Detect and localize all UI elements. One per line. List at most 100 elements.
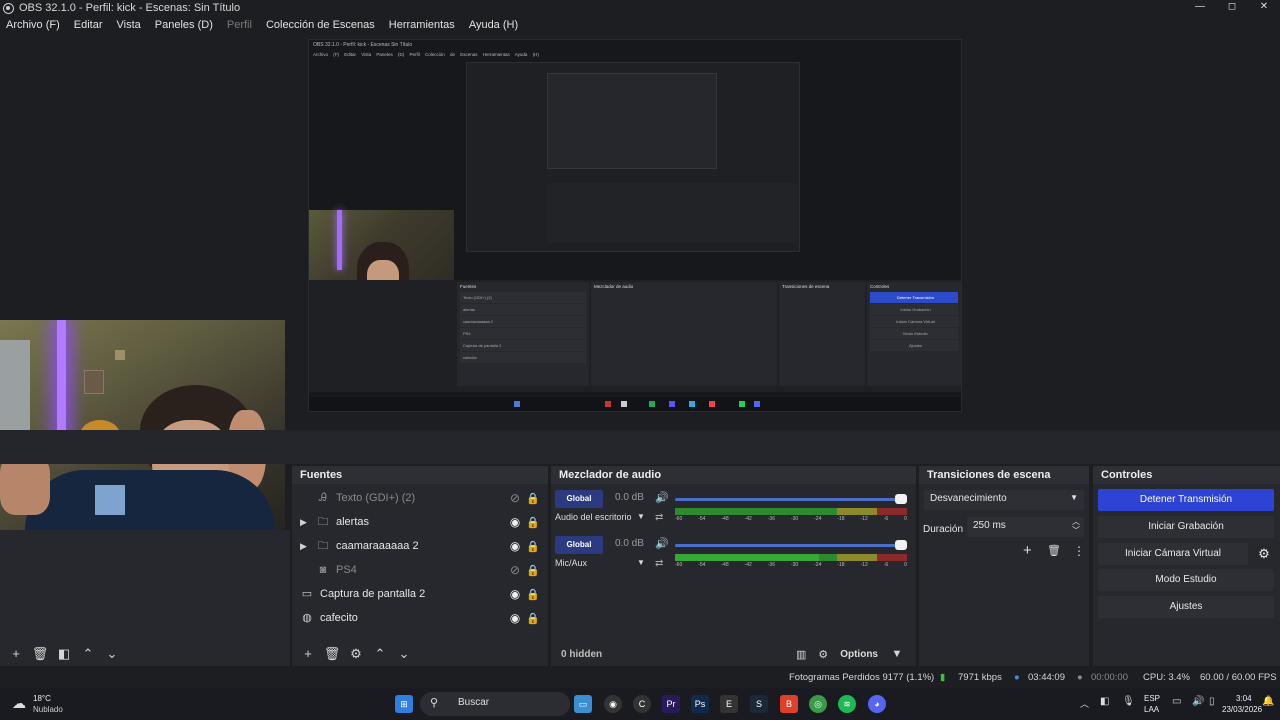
nested-capture-docks [547, 183, 797, 243]
advanced-audio-icon[interactable]: ⚙ [812, 648, 834, 661]
start-virtual-camera-button[interactable]: Iniciar Cámara Virtual [1098, 543, 1248, 565]
tray-app-icon[interactable]: ◧ [1100, 696, 1109, 707]
options-dropdown-icon[interactable]: ▼ [886, 648, 908, 660]
close-button[interactable]: ✕ [1248, 0, 1280, 16]
layout-icon[interactable]: ▥ [790, 648, 812, 661]
channel-dropdown-icon[interactable]: ▼ [637, 512, 645, 521]
lock-icon[interactable]: 🔒 [524, 612, 542, 625]
lock-icon[interactable]: 🔒 [524, 540, 542, 553]
menu-paneles[interactable]: Paneles (D) [155, 19, 213, 31]
file-explorer-icon[interactable]: ▭ [574, 695, 592, 713]
add-transition-icon[interactable]: + [1023, 542, 1032, 559]
app-icon[interactable]: C [633, 695, 651, 713]
weather-icon[interactable]: ☁ [12, 695, 26, 712]
tray-chevron-icon[interactable]: ︿ [1080, 697, 1089, 710]
source-row[interactable]: ▭ Captura de pantalla 2 ◉ 🔒 [292, 582, 548, 606]
spinner-icon[interactable]: ︿ ﹀ [1072, 517, 1080, 535]
transition-type: Desvanecimiento [930, 493, 1007, 504]
global-badge[interactable]: Global [555, 490, 603, 508]
battery-icon[interactable]: ▯ [1209, 696, 1215, 707]
source-row[interactable]: Ꭿ Texto (GDI+) (2) ⊘ 🔒 [292, 486, 548, 510]
start-recording-button[interactable]: Iniciar Grabación [1098, 516, 1274, 538]
source-row[interactable]: ◙ PS4 ⊘ 🔒 [292, 558, 548, 582]
add-source-icon[interactable]: + [298, 645, 318, 663]
expand-arrow-icon[interactable]: ▶ [300, 517, 316, 528]
language-code[interactable]: ESP [1144, 694, 1160, 703]
expand-arrow-icon[interactable]: ▶ [300, 541, 316, 552]
move-up-icon[interactable]: ⌃ [78, 645, 98, 663]
epic-games-icon[interactable]: E [720, 695, 738, 713]
notification-bell-icon[interactable]: 🔔 [1262, 696, 1274, 707]
menu-archivo[interactable]: Archivo (F) [6, 19, 60, 31]
move-down-icon[interactable]: ⌄ [102, 645, 122, 663]
menu-ayuda[interactable]: Ayuda (H) [469, 19, 518, 31]
network-icon[interactable]: ▭ [1172, 696, 1181, 707]
nested-source-row: cafecito [460, 352, 586, 363]
remove-source-icon[interactable]: 🗑 [322, 645, 342, 663]
options-button[interactable]: Options [840, 649, 878, 660]
discord-icon[interactable]: ◕ [868, 695, 886, 713]
volume-knob[interactable] [895, 540, 907, 550]
nested-control-button: Iniciar Grabación [870, 304, 958, 315]
clock-time[interactable]: 3:04 [1236, 694, 1252, 703]
source-row[interactable]: ▶ 🗀 alertas ◉ 🔒 [292, 510, 548, 534]
source-row[interactable]: ◍ cafecito ◉ 🔒 [292, 606, 548, 630]
studio-mode-button[interactable]: Modo Estudio [1098, 569, 1274, 591]
volume-knob[interactable] [895, 494, 907, 504]
hidden-eye-icon[interactable]: ⊘ [506, 563, 524, 577]
menu-vista[interactable]: Vista [117, 19, 141, 31]
premiere-icon[interactable]: Pr [662, 695, 680, 713]
move-down-icon[interactable]: ⌄ [394, 645, 414, 663]
volume-slider[interactable] [675, 494, 907, 504]
menu-coleccion-escenas[interactable]: Colección de Escenas [266, 19, 375, 31]
speaker-icon[interactable]: 🔊 [655, 491, 669, 504]
monitor-icon[interactable]: ⇄ [655, 512, 663, 523]
maximize-button[interactable]: ◻ [1216, 0, 1248, 16]
more-options-icon[interactable]: ⋮ [1073, 544, 1085, 558]
program-preview[interactable]: OBS 32.1.0 - Perfil: kick - Escenas Sin … [308, 39, 962, 412]
source-properties-icon[interactable]: ⚙ [346, 645, 366, 663]
menu-bar: Archivo (F) Editar Vista Paneles (D) Per… [0, 16, 1280, 34]
volume-slider[interactable] [675, 540, 907, 550]
lock-icon[interactable]: 🔒 [524, 588, 542, 601]
gear-icon[interactable]: ⚙ [1254, 543, 1274, 565]
eye-icon[interactable]: ◉ [506, 611, 524, 625]
transition-select[interactable]: Desvanecimiento ▼ [924, 490, 1084, 510]
hidden-eye-icon[interactable]: ⊘ [506, 491, 524, 505]
eye-icon[interactable]: ◉ [506, 587, 524, 601]
speaker-icon[interactable]: 🔊 [655, 537, 669, 550]
chrome-icon[interactable]: ◎ [809, 695, 827, 713]
photoshop-icon[interactable]: Ps [691, 695, 709, 713]
lock-icon[interactable]: 🔒 [524, 564, 542, 577]
menu-herramientas[interactable]: Herramientas [389, 19, 455, 31]
menu-perfil[interactable]: Perfil [227, 19, 252, 31]
remove-scene-icon[interactable]: 🗑 [30, 645, 50, 663]
taskbar-search[interactable]: ⚲ Buscar [420, 692, 570, 716]
obs-taskbar-icon[interactable]: ◉ [604, 695, 622, 713]
move-up-icon[interactable]: ⌃ [370, 645, 390, 663]
windows-start-icon[interactable]: ⊞ [395, 695, 413, 713]
settings-button[interactable]: Ajustes [1098, 596, 1274, 618]
lock-icon[interactable]: 🔒 [524, 492, 542, 505]
volume-icon[interactable]: 🔊 [1192, 696, 1204, 707]
hidden-count[interactable]: 0 hidden [561, 649, 790, 660]
eye-icon[interactable]: ◉ [506, 539, 524, 553]
spotify-icon[interactable]: ≋ [838, 695, 856, 713]
audio-mixer-dock: Mezclador de audio Global 0.0 dB 🔊 Audio… [551, 466, 916, 666]
brave-icon[interactable]: B [780, 695, 798, 713]
menu-editar[interactable]: Editar [74, 19, 103, 31]
source-row[interactable]: ▶ 🗀 caamaraaaaaa 2 ◉ 🔒 [292, 534, 548, 558]
eye-icon[interactable]: ◉ [506, 515, 524, 529]
scene-filters-icon[interactable]: ◧ [54, 645, 74, 663]
lock-icon[interactable]: 🔒 [524, 516, 542, 529]
global-badge[interactable]: Global [555, 536, 603, 554]
add-scene-icon[interactable]: + [6, 645, 26, 663]
minimize-button[interactable]: — [1184, 0, 1216, 16]
monitor-icon[interactable]: ⇄ [655, 558, 663, 569]
microphone-icon[interactable]: 🎙 [1122, 696, 1135, 707]
duration-input[interactable]: 250 ms ︿ ﹀ [967, 517, 1084, 537]
channel-dropdown-icon[interactable]: ▼ [637, 558, 645, 567]
stop-stream-button[interactable]: Detener Transmisión [1098, 489, 1274, 511]
steam-icon[interactable]: S [750, 695, 768, 713]
remove-transition-icon[interactable]: 🗑 [1047, 544, 1061, 557]
